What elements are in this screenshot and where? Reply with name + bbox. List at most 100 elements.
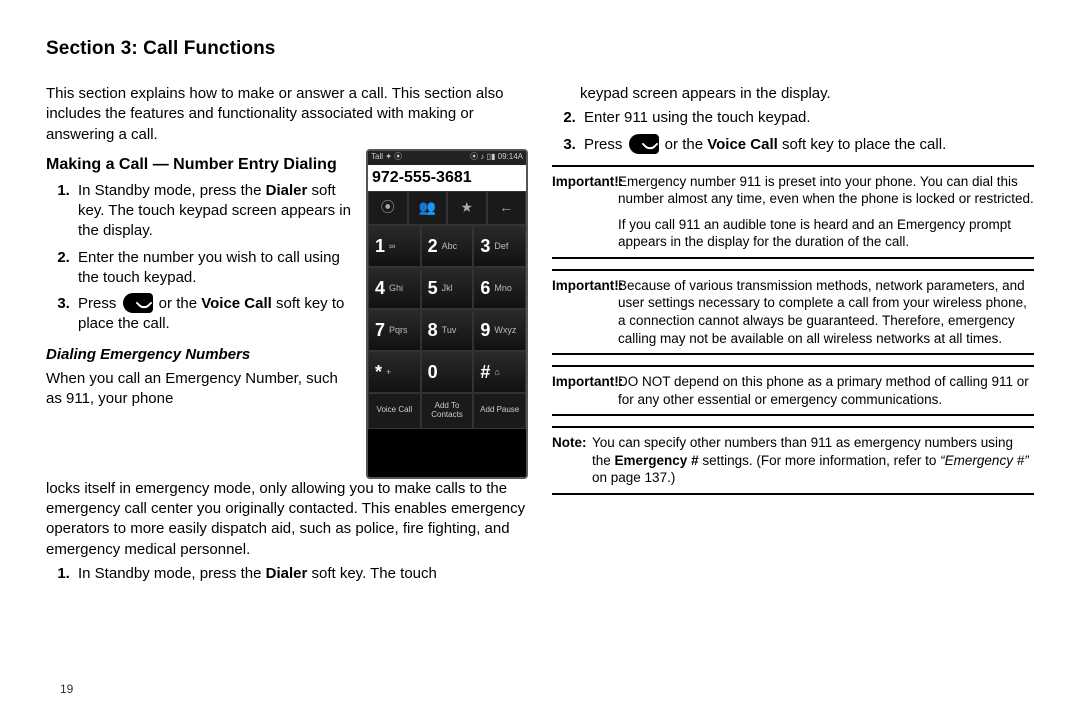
heading-dialing-emergency: Dialing Emergency Numbers (46, 345, 354, 365)
quick-backspace-icon: ← (487, 191, 527, 225)
emergency-steps-cont: Enter 911 using the touch keypad. Press … (552, 108, 1034, 155)
estep1-b: soft key. The touch (307, 565, 437, 582)
quick-contacts-icon: 👥 (408, 191, 448, 225)
important1-text-a: Emergency number 911 is preset into your… (618, 173, 1034, 208)
quick-favorites-icon: ★ (447, 191, 487, 225)
left-column: This section explains how to make or ans… (46, 84, 528, 590)
step3-voicecall: Voice Call (201, 295, 272, 312)
key-5: 5 Jkl (421, 267, 474, 309)
call-icon (123, 293, 153, 313)
left-text-block: Making a Call — Number Entry Dialing In … (46, 149, 354, 414)
key-9-digit: 9 (480, 318, 490, 342)
important1-label: Important!: (552, 173, 618, 208)
key-3-digit: 3 (480, 234, 490, 258)
step3-text-b: or the (155, 295, 202, 312)
important-box-3: Important!: DO NOT depend on this phone … (552, 365, 1034, 416)
key-8-label: Tuv (442, 324, 457, 336)
quick-voicemail-icon: ⦿ (368, 191, 408, 225)
section-title: Section 3: Call Functions (46, 38, 1034, 60)
step1-text-a: In Standby mode, press the (78, 182, 266, 199)
intro-paragraph: This section explains how to make or ans… (46, 84, 528, 145)
emergency-para-2: locks itself in emergency mode, only all… (46, 479, 528, 560)
key-7-digit: 7 (375, 318, 385, 342)
key-4-label: Ghi (389, 282, 403, 294)
note-box: Note: You can specify other numbers than… (552, 426, 1034, 495)
making-step-2: Enter the number you wish to call using … (74, 248, 354, 289)
key-hash: #⌂ (473, 351, 526, 393)
note-emergency-num: Emergency # (615, 453, 699, 468)
heading-making-a-call: Making a Call — Number Entry Dialing (46, 155, 354, 175)
important1-text-b: If you call 911 an audible tone is heard… (618, 216, 1034, 251)
making-call-steps: In Standby mode, press the Dialer soft k… (46, 181, 354, 335)
emergency-steps: In Standby mode, press the Dialer soft k… (46, 564, 528, 584)
key-star-label: + (386, 366, 391, 378)
softkey-add-pause: Add Pause (473, 393, 526, 429)
key-2-digit: 2 (428, 234, 438, 258)
phone-status-bar: Tall ✦ ⦿ ⦿ ♪ ▯▮ 09:14A (368, 151, 526, 165)
heading-and-phone-row: Making a Call — Number Entry Dialing In … (46, 149, 528, 479)
key-5-digit: 5 (428, 276, 438, 300)
emergency-step-1: In Standby mode, press the Dialer soft k… (74, 564, 528, 584)
emergency-step-2: Enter 911 using the touch keypad. (580, 108, 1034, 128)
rstep3-a: Press (584, 136, 627, 153)
key-6-digit: 6 (480, 276, 490, 300)
estep1-a: In Standby mode, press the (78, 565, 266, 582)
key-2: 2 Abc (421, 225, 474, 267)
phone-quick-row: ⦿ 👥 ★ ← (368, 191, 526, 225)
phone-keypad: 1∞ 2Abc 3Def 4Ghi 5Jkl 6Mno 7Pqrs 8Tuv 9… (368, 225, 526, 393)
call-icon (629, 134, 659, 154)
right-column: keypad screen appears in the display. En… (552, 84, 1034, 590)
making-step-3: Press or the Voice Call soft key to plac… (74, 294, 354, 335)
phone-softkeys: Voice Call Add To Contacts Add Pause (368, 393, 526, 429)
two-column-layout: This section explains how to make or ans… (46, 84, 1034, 590)
rstep3-c: soft key to place the call. (778, 136, 946, 153)
note-c: on page 137.) (592, 470, 675, 485)
key-8: 8 Tuv (421, 309, 474, 351)
continuation-line: keypad screen appears in the display. (580, 84, 1034, 104)
key-7: 7 Pqrs (368, 309, 421, 351)
note-b: settings. (For more information, refer t… (699, 453, 941, 468)
key-star: *+ (368, 351, 421, 393)
status-left: Tall ✦ ⦿ (371, 152, 402, 163)
key-4-digit: 4 (375, 276, 385, 300)
key-2-label: Abc (442, 240, 458, 252)
key-1-digit: 1 (375, 234, 385, 258)
important2-text: Because of various transmission methods,… (618, 277, 1034, 347)
emergency-para-1: When you call an Emergency Number, such … (46, 369, 354, 410)
important-box-2: Important!: Because of various transmiss… (552, 269, 1034, 355)
rstep3-b: or the (661, 136, 708, 153)
key-0-digit: 0 (428, 360, 438, 384)
key-hash-digit: # (480, 360, 490, 384)
estep1-dialer: Dialer (266, 565, 308, 582)
key-5-label: Jkl (442, 282, 453, 294)
page-number: 19 (60, 682, 73, 696)
key-1-label: ∞ (389, 240, 395, 252)
phone-screenshot: Tall ✦ ⦿ ⦿ ♪ ▯▮ 09:14A 972-555-3681 ⦿ 👥 … (366, 149, 528, 479)
key-1: 1∞ (368, 225, 421, 267)
softkey-voice-call: Voice Call (368, 393, 421, 429)
key-6-label: Mno (494, 282, 512, 294)
key-9: 9 Wxyz (473, 309, 526, 351)
step3-text-a: Press (78, 295, 121, 312)
phone-dialed-number: 972-555-3681 (368, 165, 526, 191)
softkey-add-to-contacts: Add To Contacts (421, 393, 474, 429)
emergency-step-3: Press or the Voice Call soft key to plac… (580, 135, 1034, 155)
key-7-label: Pqrs (389, 324, 408, 336)
step1-dialer: Dialer (266, 182, 308, 199)
rstep3-vc: Voice Call (707, 136, 778, 153)
note-text: You can specify other numbers than 911 a… (592, 434, 1034, 487)
key-hash-label: ⌂ (494, 366, 499, 378)
key-6: 6 Mno (473, 267, 526, 309)
key-0: 0 (421, 351, 474, 393)
important3-text: DO NOT depend on this phone as a primary… (618, 373, 1034, 408)
important2-label: Important!: (552, 277, 618, 347)
note-label: Note: (552, 434, 592, 487)
making-step-1: In Standby mode, press the Dialer soft k… (74, 181, 354, 242)
key-9-label: Wxyz (494, 324, 516, 336)
key-3-label: Def (494, 240, 508, 252)
key-4: 4 Ghi (368, 267, 421, 309)
status-right: ⦿ ♪ ▯▮ 09:14A (470, 152, 523, 163)
key-8-digit: 8 (428, 318, 438, 342)
important3-label: Important!: (552, 373, 618, 408)
key-star-digit: * (375, 360, 382, 384)
